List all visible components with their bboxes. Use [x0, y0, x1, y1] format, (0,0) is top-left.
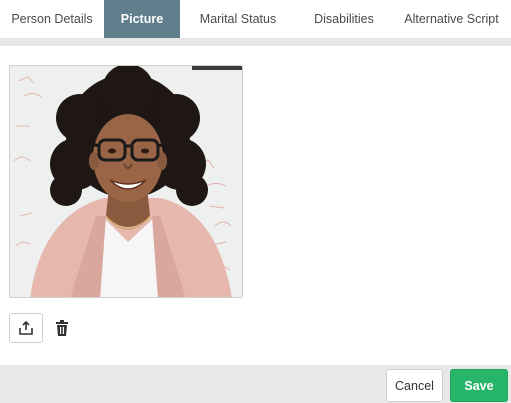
tab-marital-status[interactable]: Marital Status	[180, 0, 296, 38]
trash-icon	[56, 320, 68, 336]
profile-picture	[9, 65, 243, 298]
tab-disabilities[interactable]: Disabilities	[296, 0, 392, 38]
save-button[interactable]: Save	[450, 369, 508, 402]
profile-photo-image	[10, 66, 242, 297]
upload-icon	[19, 320, 33, 335]
tab-bar-divider	[0, 38, 511, 46]
tab-bar: Person Details Picture Marital Status Di…	[0, 0, 511, 38]
tab-person-details[interactable]: Person Details	[0, 0, 104, 38]
tab-alternative-script[interactable]: Alternative Script	[392, 0, 511, 38]
tab-picture[interactable]: Picture	[104, 0, 180, 38]
cancel-button[interactable]: Cancel	[386, 369, 443, 402]
delete-button[interactable]	[52, 316, 72, 340]
upload-button[interactable]	[9, 313, 43, 343]
